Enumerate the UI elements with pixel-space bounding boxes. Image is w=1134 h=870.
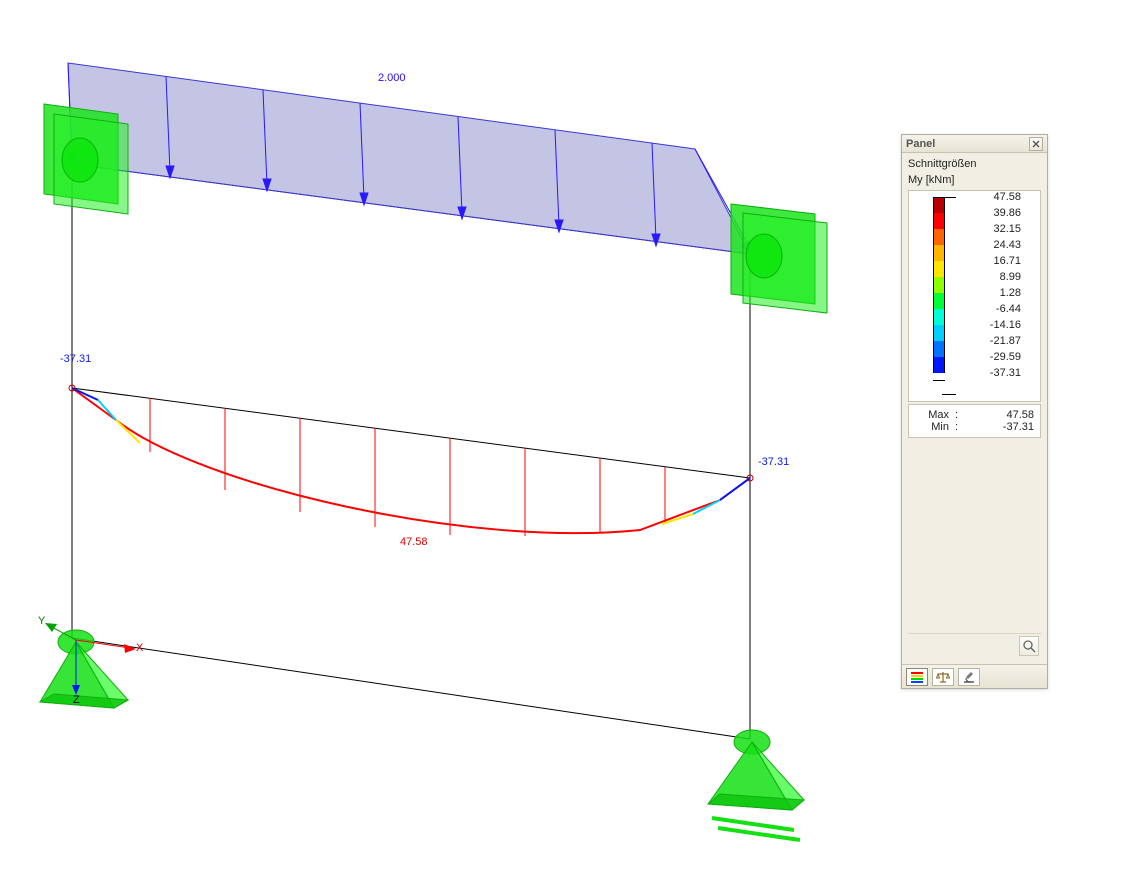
legend-value: -6.44 (971, 303, 1021, 315)
color-scale-tab[interactable] (906, 668, 928, 686)
legend-swatch (933, 357, 945, 373)
legend-swatch (933, 229, 945, 245)
legend-swatch (933, 309, 945, 325)
color-legend: 47.58 39.86 32.15 24.43 16.71 8.99 1.28 -6.44 -1… (908, 190, 1041, 402)
panel-result-type: Schnittgrößen (908, 157, 1041, 171)
legend-value: -37.31 (971, 367, 1021, 379)
moment-midspan-label: 47.58 (400, 536, 428, 548)
legend-swatch (933, 197, 945, 213)
axis-x-label: X (136, 642, 143, 654)
legend-swatch (933, 380, 945, 381)
legend-row: -37.31 (913, 373, 1036, 389)
panel-close-button[interactable] (1029, 137, 1043, 151)
panel-toolbar (908, 633, 1041, 658)
panel-result-unit: My [kNm] (908, 173, 1041, 187)
color-bars-icon (910, 671, 924, 683)
zoom-extents-button[interactable] (1019, 636, 1039, 656)
legend-swatch (933, 293, 945, 309)
results-panel[interactable]: Panel Schnittgrößen My [kNm] 47.58 39.86 3… (901, 134, 1048, 689)
legend-value: 16.71 (971, 255, 1021, 267)
panel-body: Schnittgrößen My [kNm] 47.58 39.86 32.15 24… (902, 153, 1047, 664)
max-label: Max (915, 409, 949, 421)
microscope-tab[interactable] (958, 668, 980, 686)
legend-value: 47.58 (971, 191, 1021, 203)
balance-scale-icon (936, 671, 950, 683)
panel-tabbar (902, 664, 1047, 688)
min-label: Min (915, 421, 949, 433)
legend-value: 24.43 (971, 239, 1021, 251)
legend-value: 32.15 (971, 223, 1021, 235)
min-value: -37.31 (967, 421, 1034, 433)
legend-value: 1.28 (971, 287, 1021, 299)
legend-value: -21.87 (971, 335, 1021, 347)
microscope-icon (962, 671, 976, 683)
scale-balance-tab[interactable] (932, 668, 954, 686)
moment-right-end-label: -37.31 (758, 456, 789, 468)
moment-left-end-label: -37.31 (60, 353, 91, 365)
legend-value: -14.16 (971, 319, 1021, 331)
max-value: 47.58 (967, 409, 1034, 421)
axis-y-label: Y (38, 615, 45, 627)
legend-swatch (933, 213, 945, 229)
legend-swatch (933, 261, 945, 277)
axis-z-label: Z (73, 694, 80, 706)
legend-swatch (933, 341, 945, 357)
legend-value: 8.99 (971, 271, 1021, 283)
minmax-box: Max : 47.58 Min : -37.31 (908, 404, 1041, 438)
legend-swatch (933, 325, 945, 341)
legend-swatch (933, 277, 945, 293)
magnifier-icon (1022, 639, 1036, 653)
close-icon (1032, 140, 1040, 148)
legend-value: 39.86 (971, 207, 1021, 219)
load-magnitude-label: 2.000 (378, 72, 406, 84)
legend-value: -29.59 (971, 351, 1021, 363)
panel-titlebar[interactable]: Panel (902, 135, 1047, 153)
panel-title: Panel (906, 138, 935, 150)
legend-swatch (933, 245, 945, 261)
